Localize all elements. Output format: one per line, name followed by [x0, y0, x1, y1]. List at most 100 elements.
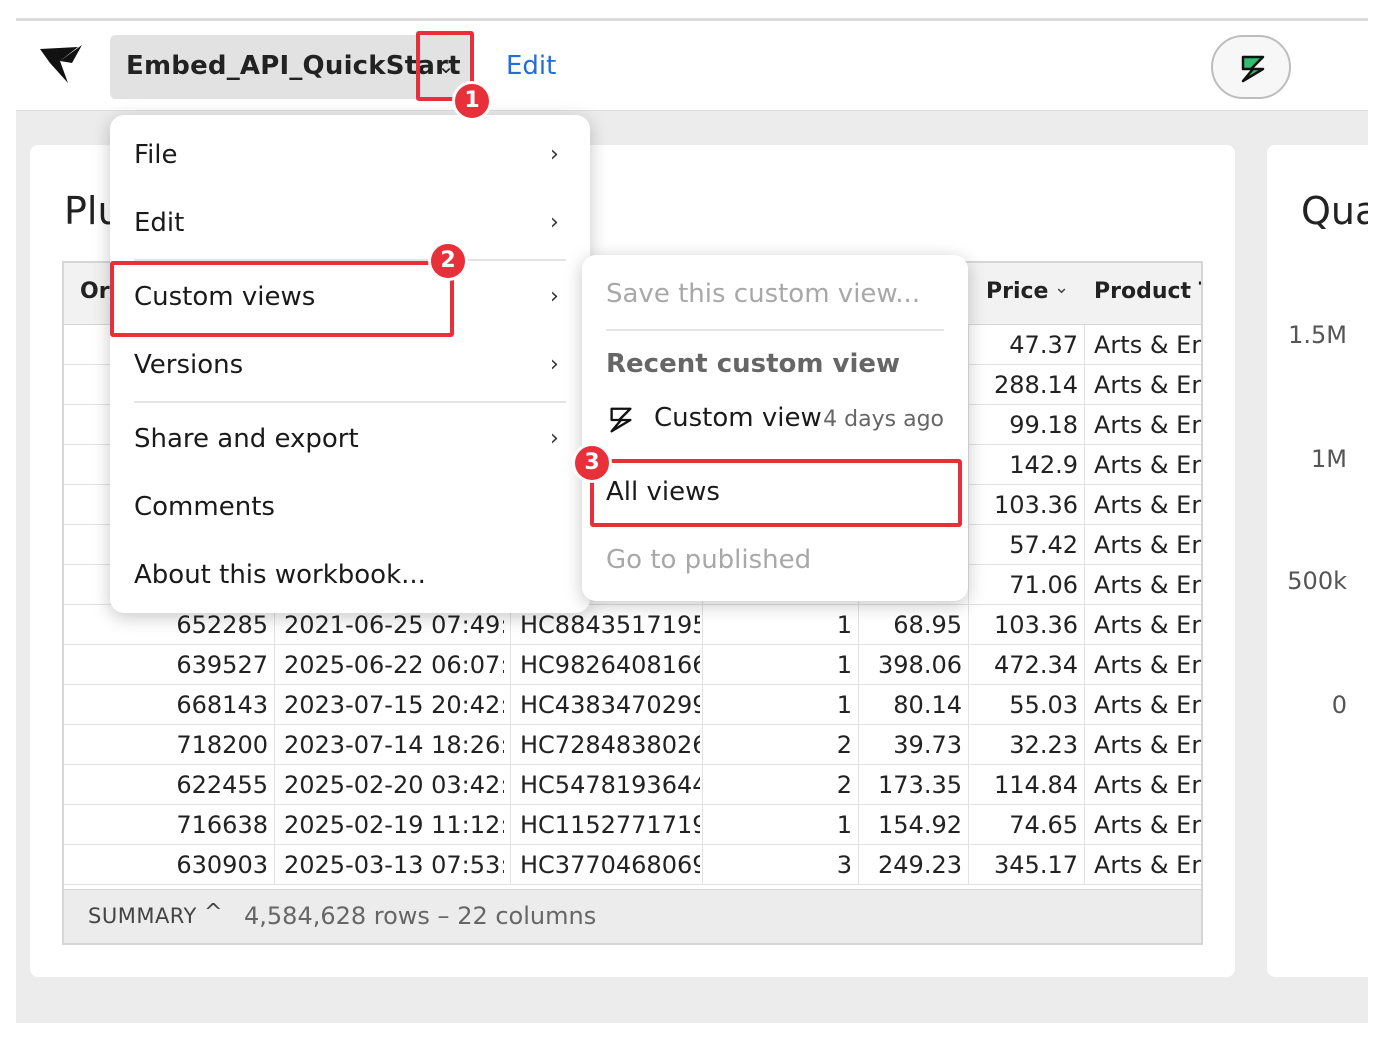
- table-cell[interactable]: 1: [712, 805, 852, 845]
- table-cell[interactable]: 2025-02-20 03:42:38: [284, 765, 504, 805]
- menu-item-comments[interactable]: Comments: [134, 487, 275, 527]
- callout-badge-2: 2: [428, 241, 468, 281]
- table-cell[interactable]: 39.73: [868, 725, 962, 765]
- column-header-product-type[interactable]: Product Ty: [1094, 279, 1201, 304]
- menu-item-share-export[interactable]: Share and export: [134, 419, 359, 459]
- table-cell[interactable]: Arts & Ent: [1094, 485, 1201, 525]
- callout-badge-3: 3: [572, 443, 612, 483]
- table-cell[interactable]: 2025-06-22 06:07:48: [284, 645, 504, 685]
- chart-panel: Qua 1.5M 1M 500k 0: [1267, 145, 1368, 977]
- table-cell[interactable]: 3: [712, 845, 852, 885]
- table-row[interactable]: 716638 2025-02-19 11:12:19 HC1152771719 1 15…: [64, 805, 1201, 845]
- sparkle-icon: [1241, 55, 1265, 83]
- summary-bar[interactable]: SUMMARY ^ 4,584,628 rows – 22 columns: [64, 889, 1201, 943]
- table-cell[interactable]: 57.42: [974, 525, 1078, 565]
- table-cell[interactable]: HC7284838026: [520, 725, 700, 765]
- table-cell[interactable]: Arts & Ent: [1094, 525, 1201, 565]
- table-row[interactable]: 668143 2023-07-15 20:42:55 HC4383470299 1 80…: [64, 685, 1201, 725]
- table-cell[interactable]: 249.23: [868, 845, 962, 885]
- table-cell[interactable]: 47.37: [974, 325, 1078, 365]
- table-cell[interactable]: 1: [712, 645, 852, 685]
- table-cell[interactable]: Arts & Ent: [1094, 365, 1201, 405]
- table-cell[interactable]: 668143: [64, 685, 268, 725]
- recent-custom-view-item[interactable]: Custom view: [654, 403, 822, 433]
- table-cell[interactable]: 1: [712, 605, 852, 645]
- table-cell[interactable]: Arts & Ent: [1094, 845, 1201, 885]
- table-cell[interactable]: 80.14: [868, 685, 962, 725]
- summary-text: 4,584,628 rows – 22 columns: [244, 902, 597, 930]
- recent-custom-view-heading: Recent custom view: [606, 349, 901, 379]
- table-cell[interactable]: 398.06: [868, 645, 962, 685]
- table-cell[interactable]: HC9826408166: [520, 645, 700, 685]
- table-cell[interactable]: 114.84: [974, 765, 1078, 805]
- table-cell[interactable]: 154.92: [868, 805, 962, 845]
- table-cell[interactable]: 2025-03-13 07:53:28: [284, 845, 504, 885]
- table-row[interactable]: 639527 2025-06-22 06:07:48 HC9826408166 1 39…: [64, 645, 1201, 685]
- table-cell[interactable]: 622455: [64, 765, 268, 805]
- menu-item-about[interactable]: About this workbook...: [134, 555, 426, 595]
- table-cell[interactable]: 2023-07-14 18:26:16: [284, 725, 504, 765]
- table-cell[interactable]: 2025-02-19 11:12:19: [284, 805, 504, 845]
- menu-item-file[interactable]: File: [134, 135, 178, 175]
- table-cell[interactable]: Arts & Ent: [1094, 805, 1201, 845]
- table-cell[interactable]: 99.18: [974, 405, 1078, 445]
- table-cell[interactable]: 472.34: [974, 645, 1078, 685]
- table-cell[interactable]: 718200: [64, 725, 268, 765]
- table-cell[interactable]: 68.95: [868, 605, 962, 645]
- y-tick-label: 0: [1331, 691, 1347, 719]
- column-header-order[interactable]: Or: [80, 279, 110, 304]
- sigma-logo-icon[interactable]: [38, 43, 86, 87]
- column-header-price[interactable]: Price: [986, 279, 1048, 304]
- table-cell[interactable]: 2023-07-15 20:42:55: [284, 685, 504, 725]
- table-cell[interactable]: Arts & Ent: [1094, 685, 1201, 725]
- table-cell[interactable]: Arts & Ent: [1094, 765, 1201, 805]
- table-cell[interactable]: 345.17: [974, 845, 1078, 885]
- y-tick-label: 500k: [1287, 567, 1347, 595]
- table-cell[interactable]: 288.14: [974, 365, 1078, 405]
- table-cell[interactable]: 173.35: [868, 765, 962, 805]
- table-cell[interactable]: 2: [712, 765, 852, 805]
- table-cell[interactable]: Arts & Ent: [1094, 605, 1201, 645]
- chevron-right-icon: ›: [550, 284, 559, 309]
- table-cell[interactable]: 142.9: [974, 445, 1078, 485]
- table-cell[interactable]: 639527: [64, 645, 268, 685]
- table-cell[interactable]: HC1152771719: [520, 805, 700, 845]
- table-cell[interactable]: 1: [712, 685, 852, 725]
- top-bar: Embed_API_QuickStart ⌄ Edit: [16, 21, 1368, 111]
- table-cell[interactable]: Arts & Ent: [1094, 445, 1201, 485]
- table-cell[interactable]: 630903: [64, 845, 268, 885]
- table-cell[interactable]: 716638: [64, 805, 268, 845]
- table-cell[interactable]: Arts & Ent: [1094, 405, 1201, 445]
- custom-view-timestamp: 4 days ago: [823, 407, 944, 432]
- table-row[interactable]: 718200 2023-07-14 18:26:16 HC7284838026 2 39…: [64, 725, 1201, 765]
- menu-item-versions[interactable]: Versions: [134, 345, 243, 385]
- ai-assistant-button[interactable]: [1211, 35, 1291, 99]
- chevron-right-icon: ›: [550, 210, 559, 235]
- table-cell[interactable]: Arts & Ent: [1094, 645, 1201, 685]
- table-cell[interactable]: 32.23: [974, 725, 1078, 765]
- table-cell[interactable]: HC4383470299: [520, 685, 700, 725]
- table-row[interactable]: 622455 2025-02-20 03:42:38 HC5478193644 2 17…: [64, 765, 1201, 805]
- workbook-title[interactable]: Embed_API_QuickStart: [126, 51, 461, 81]
- edit-button[interactable]: Edit: [506, 51, 556, 81]
- app-window: Embed_API_QuickStart ⌄ Edit Plu Or Price…: [16, 18, 1368, 1023]
- table-cell[interactable]: Arts & Ent: [1094, 565, 1201, 605]
- chevron-down-icon[interactable]: ⌄: [1054, 277, 1069, 298]
- table-cell[interactable]: Arts & Ent: [1094, 325, 1201, 365]
- table-cell[interactable]: 103.36: [974, 485, 1078, 525]
- table-cell[interactable]: 103.36: [974, 605, 1078, 645]
- chevron-right-icon: ›: [550, 142, 559, 167]
- table-cell[interactable]: 55.03: [974, 685, 1078, 725]
- table-cell[interactable]: 71.06: [974, 565, 1078, 605]
- table-cell[interactable]: Arts & Ent: [1094, 725, 1201, 765]
- menu-item-edit[interactable]: Edit: [134, 203, 184, 243]
- menu-divider: [606, 329, 944, 331]
- table-cell[interactable]: HC3770468069: [520, 845, 700, 885]
- table-cell[interactable]: HC5478193644: [520, 765, 700, 805]
- table-cell[interactable]: 2: [712, 725, 852, 765]
- callout-badge-1: 1: [452, 81, 492, 121]
- panel-title: Qua: [1301, 189, 1368, 233]
- table-row[interactable]: 630903 2025-03-13 07:53:28 HC3770468069 3 24…: [64, 845, 1201, 885]
- table-cell[interactable]: 74.65: [974, 805, 1078, 845]
- chevron-up-icon[interactable]: ^: [204, 900, 222, 925]
